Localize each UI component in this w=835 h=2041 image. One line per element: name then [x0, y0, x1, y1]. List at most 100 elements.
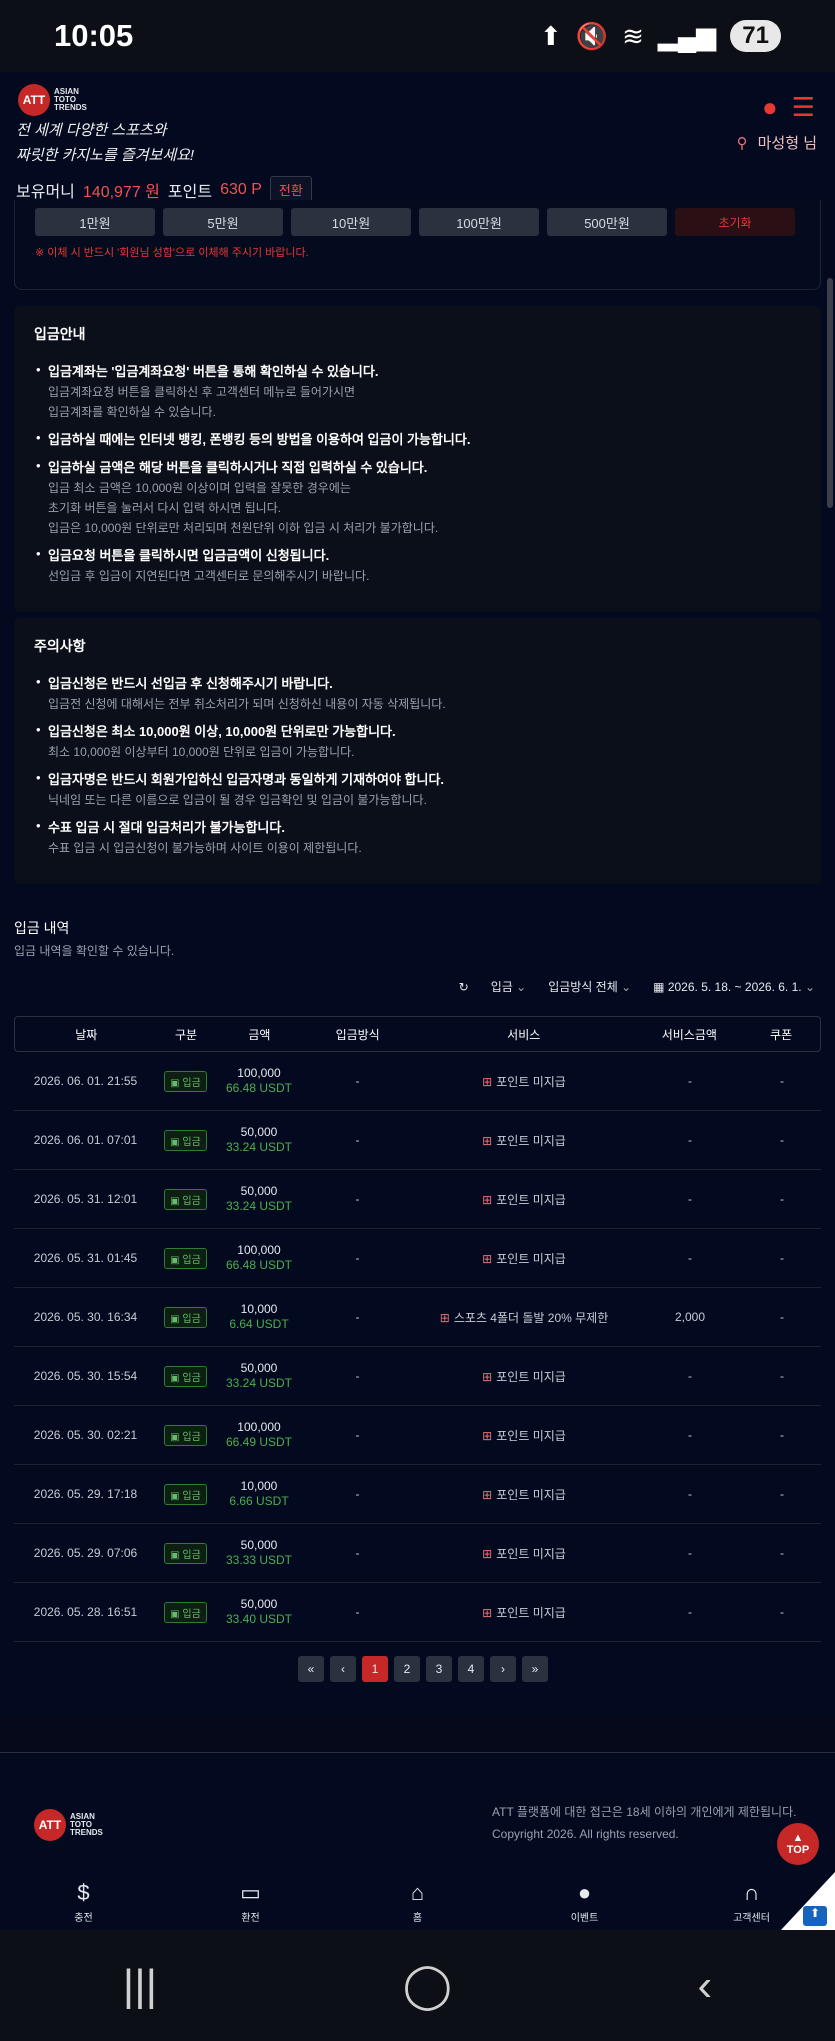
cell-date: 2026. 05. 31. 01:45 — [33, 1251, 138, 1265]
nav-withdraw[interactable]: ▭ 환전 — [206, 1880, 296, 1924]
cell-service-amount: - — [688, 1369, 692, 1383]
cell-service: ⊞ 포인트 미지급 — [482, 1192, 566, 1207]
page-button-2[interactable]: 2 — [394, 1656, 420, 1682]
cell-method: - — [355, 1428, 360, 1442]
last-page-button[interactable]: » — [522, 1656, 548, 1682]
user-greeting: ⚲ 마성형 님 — [737, 132, 817, 153]
cell-amount: 50,000 33.24 USDT — [214, 1184, 304, 1214]
page-scrollbar[interactable] — [827, 278, 833, 508]
cell-coupon: - — [780, 1605, 784, 1619]
deposit-info-panel: 입금안내 입금계좌는 '입금계좌요청' 버튼을 통해 확인하실 수 있습니다. … — [14, 306, 821, 612]
cell-coupon: - — [780, 1310, 784, 1324]
deposit-badge-icon: ▣ — [170, 1313, 183, 1325]
cell-service-amount: - — [688, 1428, 692, 1442]
gift-icon: ⊞ — [482, 1428, 493, 1443]
amount-usdt: 66.48 USDT — [225, 1081, 293, 1095]
date-range-picker[interactable]: ▦ 2026. 5. 18. ~ 2026. 6. 1. — [653, 980, 815, 994]
menu-icon[interactable]: ☰ — [792, 92, 815, 123]
column-header: 구분 — [175, 1027, 198, 1042]
gift-icon: ⊞ — [482, 1487, 493, 1502]
caution-item: 입금신청은 반드시 선입금 후 신청해주시기 바랍니다. 입금전 신청에 대해서… — [34, 674, 801, 714]
cell-date: 2026. 05. 29. 07:06 — [33, 1546, 138, 1560]
cell-coupon: - — [780, 1487, 784, 1501]
page-button-3[interactable]: 3 — [426, 1656, 452, 1682]
cell-method: - — [355, 1133, 360, 1147]
history-subtitle: 입금 내역을 확인할 수 있습니다. — [14, 944, 175, 958]
footer-logo[interactable]: ATT ASIAN TOTO TRENDS — [34, 1809, 103, 1841]
cell-date: 2026. 06. 01. 07:01 — [33, 1133, 138, 1147]
nav-home[interactable]: ⌂ 홈 — [373, 1880, 463, 1924]
cell-service: ⊞ 포인트 미지급 — [482, 1369, 566, 1384]
balance-bar: 보유머니 140,977 원 포인트 630 P 전환 — [16, 176, 312, 203]
refresh-icon[interactable]: ↻ — [459, 980, 469, 994]
next-page-button[interactable]: › — [490, 1656, 516, 1682]
nav-deposit[interactable]: $ 충전 — [39, 1880, 129, 1924]
amount-button-5000000[interactable]: 500만원 — [547, 208, 667, 236]
deposit-badge-icon: ▣ — [170, 1077, 183, 1089]
cell-date: 2026. 05. 30. 15:54 — [33, 1369, 138, 1383]
gift-icon: ⊞ — [482, 1133, 493, 1148]
amount-button-100000[interactable]: 10만원 — [291, 208, 411, 236]
amount-usdt: 66.48 USDT — [225, 1258, 293, 1272]
upload-badge-icon[interactable]: ⬆ — [803, 1906, 827, 1926]
amount-button-10000[interactable]: 1만원 — [35, 208, 155, 236]
cell-service: ⊞ 스포츠 4폴더 돌발 20% 무제한 — [439, 1310, 609, 1325]
cell-service: ⊞ 포인트 미지급 — [482, 1546, 566, 1561]
amount-usdt: 33.24 USDT — [225, 1376, 293, 1390]
logo-wordmark: ASIAN TOTO TRENDS — [54, 87, 87, 112]
amount-krw: 50,000 — [240, 1538, 278, 1552]
page-button-1[interactable]: 1 — [362, 1656, 388, 1682]
gift-icon: ⊞ — [482, 1192, 493, 1207]
gift-icon: ⊞ — [482, 1251, 493, 1266]
scroll-top-button[interactable]: ▲ TOP — [777, 1823, 819, 1865]
page-button-4[interactable]: 4 — [458, 1656, 484, 1682]
caution-item: 입금신청은 최소 10,000원 이상, 10,000원 단위로만 가능합니다.… — [34, 722, 801, 762]
first-page-button[interactable]: « — [298, 1656, 324, 1682]
site-logo[interactable]: ATT ASIAN TOTO TRENDS — [18, 84, 87, 116]
table-row: 2026. 05. 30. 16:34 ▣ 입금 10,000 6.64 USDT - ⊞… — [14, 1288, 821, 1347]
cell-method: - — [355, 1605, 360, 1619]
cell-type: ▣ 입금 — [157, 1601, 214, 1623]
deposit-badge-icon: ▣ — [170, 1195, 183, 1207]
nav-event[interactable]: ● 이벤트 — [540, 1880, 630, 1924]
cell-service-amount: - — [688, 1192, 692, 1206]
amount-krw: 50,000 — [240, 1184, 278, 1198]
column-header: 날짜 — [75, 1027, 98, 1042]
back-icon[interactable]: ‹ — [698, 1961, 713, 2011]
convert-button[interactable]: 전환 — [269, 176, 312, 203]
cell-coupon: - — [780, 1074, 784, 1088]
deposit-badge-icon: ▣ — [170, 1549, 183, 1561]
bottom-nav: $ 충전 ▭ 환전 ⌂ 홈 ● 이벤트 ∩ 고객센터 — [0, 1874, 835, 1930]
reset-button[interactable]: 초기화 — [675, 208, 795, 236]
amount-button-50000[interactable]: 5만원 — [163, 208, 283, 236]
cell-type: ▣ 입금 — [157, 1070, 214, 1092]
column-header: 서비스금액 — [661, 1027, 717, 1042]
amount-button-1000000[interactable]: 100만원 — [419, 208, 539, 236]
site-footer: ATT ASIAN TOTO TRENDS ATT 플랫폼에 대한 접근은 18… — [0, 1752, 835, 1874]
amount-krw: 10,000 — [240, 1479, 278, 1493]
recent-apps-icon[interactable]: ||| — [123, 1961, 157, 2011]
method-filter-select[interactable]: 입금방식 전체 — [548, 978, 631, 995]
deposit-badge: ▣ 입금 — [164, 1188, 207, 1210]
cell-coupon: - — [780, 1251, 784, 1265]
user-icon[interactable]: ● — [762, 92, 778, 123]
type-filter-select[interactable]: 입금 — [491, 978, 526, 995]
battery-indicator: 71 — [730, 20, 781, 52]
column-header: 서비스 — [507, 1027, 541, 1042]
deposit-badge-icon: ▣ — [170, 1136, 183, 1148]
table-row: 2026. 05. 30. 02:21 ▣ 입금 100,000 66.49 USDT… — [14, 1406, 821, 1465]
amount-krw: 100,000 — [237, 1420, 281, 1434]
home-button-icon[interactable]: ◯ — [403, 1960, 452, 2011]
cell-date: 2026. 05. 29. 17:18 — [33, 1487, 138, 1501]
cell-coupon: - — [780, 1546, 784, 1560]
cell-service-amount: 2,000 — [674, 1310, 706, 1324]
cell-amount: 50,000 33.33 USDT — [214, 1538, 304, 1568]
info-item: 입금하실 때에는 인터넷 뱅킹, 폰뱅킹 등의 방법을 이용하여 입금이 가능합… — [34, 430, 801, 450]
cell-type: ▣ 입금 — [157, 1483, 214, 1505]
cell-amount: 100,000 66.48 USDT — [214, 1243, 304, 1273]
prev-page-button[interactable]: ‹ — [330, 1656, 356, 1682]
amount-usdt: 33.33 USDT — [225, 1553, 293, 1567]
table-header: 날짜 구분 금액 입금방식 서비스 서비스금액 쿠폰 — [14, 1016, 821, 1052]
upload-icon: ⬆ — [539, 20, 562, 51]
cell-service: ⊞ 포인트 미지급 — [482, 1251, 566, 1266]
